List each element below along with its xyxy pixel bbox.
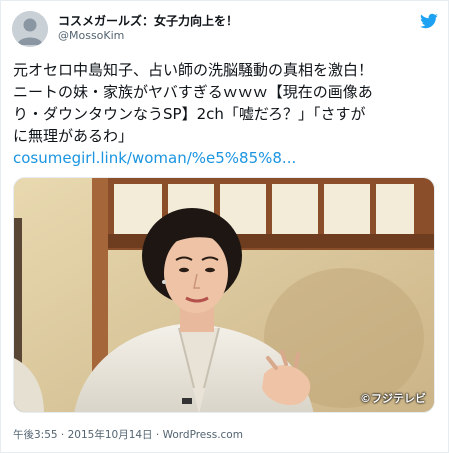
tweet-date[interactable]: 2015年10月14日	[68, 429, 153, 441]
tweet-source[interactable]: WordPress.com	[163, 429, 243, 441]
tweet-line: ニートの妹・家族がヤバすぎるｗｗｗ【現在の画像あ	[13, 83, 373, 101]
tweet-media-photo[interactable]: ©フジテレビ	[13, 177, 435, 413]
tweet-card: コスメガールズ：女子力向上を！ @MossoKim 元オセロ中島知子、占い師の洗…	[0, 0, 449, 453]
tweet-meta: 午後3:55 · 2015年10月14日 · WordPress.com	[13, 427, 243, 442]
tweet-line: り・ダウンタウンなうSP】2ch「嘘だろ？」「さすが	[13, 105, 366, 123]
meta-separator: ·	[57, 429, 68, 441]
author-name[interactable]: コスメガールズ：女子力向上を！	[58, 12, 238, 29]
meta-separator: ·	[152, 429, 163, 441]
tweet-line: に無理があるわ」	[13, 127, 134, 145]
tweet-line: 元オセロ中島知子、占い師の洗脳騒動の真相を激白！	[13, 61, 374, 79]
avatar[interactable]	[12, 11, 48, 47]
tweet-time[interactable]: 午後3:55	[13, 429, 58, 441]
tweet-text: 元オセロ中島知子、占い師の洗脳騒動の真相を激白！ ニートの妹・家族がヤバすぎるｗ…	[13, 59, 441, 147]
tweet-link[interactable]: cosumegirl.link/woman/%e5%85%8...	[13, 147, 296, 169]
tv-credit-label: ©フジテレビ	[360, 392, 426, 405]
twitter-bird-icon[interactable]	[420, 12, 438, 30]
author-handle[interactable]: @MossoKim	[58, 29, 124, 42]
